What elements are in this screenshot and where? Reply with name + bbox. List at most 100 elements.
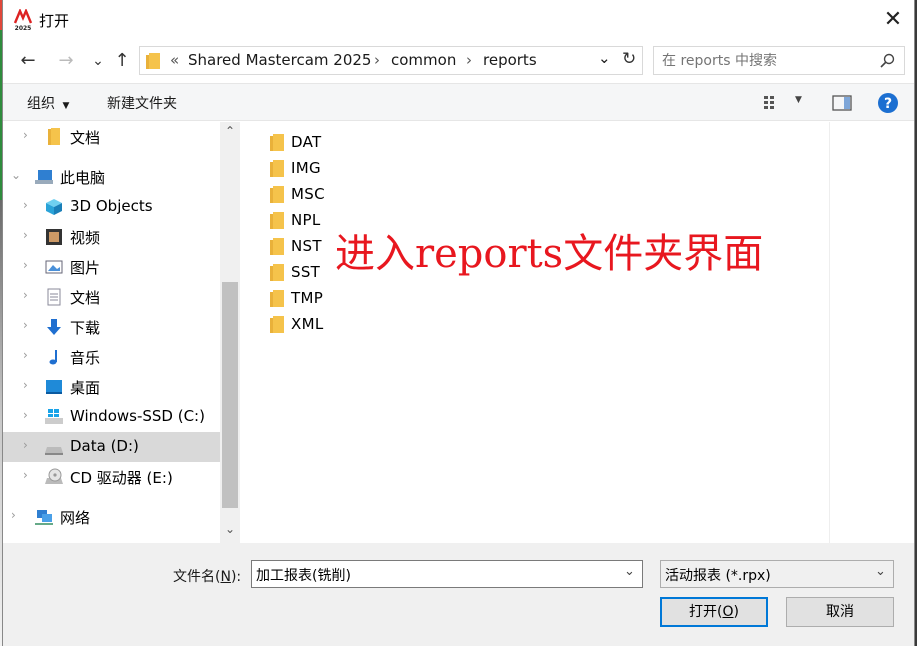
refresh-button[interactable]: ↻ xyxy=(622,49,636,69)
folder-item[interactable]: IMG xyxy=(270,157,430,181)
title-bar: 2025 打开 ✕ xyxy=(3,0,914,40)
folder-icon xyxy=(270,290,284,307)
tree-item[interactable]: › CD 驱动器 (E:) xyxy=(3,462,220,492)
chevron-right-icon[interactable]: › xyxy=(23,288,28,302)
filename-label: 文件名(N): xyxy=(173,569,242,585)
address-segment-shared-mastercam[interactable]: Shared Mastercam 2025 xyxy=(188,51,371,69)
mastercam-logo-icon: 2025 xyxy=(13,9,33,31)
scrollbar-thumb[interactable] xyxy=(222,282,238,508)
chevron-right-icon[interactable]: › xyxy=(23,128,28,142)
open-file-dialog: 2025 打开 ✕ ← → ⌄ ↑ « Shared Mastercam 202… xyxy=(2,0,915,646)
cd-drive-icon xyxy=(45,468,63,486)
tree-item[interactable]: › 音乐 xyxy=(3,342,220,372)
scroll-up-icon[interactable]: ⌃ xyxy=(225,124,235,138)
logo-text: 2025 xyxy=(15,25,32,31)
chevron-right-icon[interactable]: › xyxy=(23,408,28,422)
close-button[interactable]: ✕ xyxy=(880,7,906,33)
folder-item[interactable]: TMP xyxy=(270,287,430,311)
tree-item-label: 此电脑 xyxy=(60,169,106,187)
folder-icon xyxy=(270,186,284,203)
back-button[interactable]: ← xyxy=(15,48,41,74)
tree-item-label: 网络 xyxy=(60,509,91,527)
file-list: DAT IMG MSC NPL NST SST TMP XML xyxy=(240,122,914,543)
chevron-down-icon[interactable]: ⌄ xyxy=(624,564,635,579)
filetype-select[interactable]: 活动报表 (*.rpx) ⌄ xyxy=(660,560,894,588)
address-separator[interactable]: › xyxy=(466,51,472,69)
tree-item[interactable]: › 文档 xyxy=(3,282,220,312)
tree-item[interactable]: › 视频 xyxy=(3,222,220,252)
filename-value[interactable]: 加工报表(铣削) xyxy=(256,565,351,585)
navigation-pane: › 文档 ⌄ 此电脑 › 3D Objects › 视频 › 图片 › 文档 › 下载 › 音乐 › 桌面 › Win… xyxy=(3,122,220,543)
tree-item[interactable]: › 下载 xyxy=(3,312,220,342)
tree-item[interactable]: ⌄ 此电脑 xyxy=(3,162,220,192)
annotation-text: 进入reports文件夹界面 xyxy=(335,231,764,277)
folder-icon xyxy=(270,316,284,333)
chevron-down-icon[interactable]: ⌄ xyxy=(11,168,21,182)
tree-item-label: 视频 xyxy=(70,229,101,247)
folder-icon xyxy=(270,264,284,281)
address-separator[interactable]: › xyxy=(374,51,380,69)
address-dropdown-icon[interactable]: ⌄ xyxy=(598,49,611,67)
chevron-right-icon[interactable]: › xyxy=(11,508,16,522)
chevron-right-icon[interactable]: › xyxy=(23,348,28,362)
up-button[interactable]: ↑ xyxy=(109,48,135,74)
search-icon[interactable] xyxy=(880,53,895,68)
folder-item[interactable]: DAT xyxy=(270,131,430,155)
folder-name: SST xyxy=(291,263,321,281)
chevron-right-icon[interactable]: › xyxy=(23,228,28,242)
scroll-down-icon[interactable]: ⌄ xyxy=(225,522,235,536)
folder-item[interactable]: MSC xyxy=(270,183,430,207)
tree-item-label: CD 驱动器 (E:) xyxy=(70,469,173,487)
tree-item[interactable]: › 3D Objects xyxy=(3,192,220,222)
organize-button[interactable]: 组织 ▼ xyxy=(27,93,69,113)
recent-locations-button[interactable]: ⌄ xyxy=(85,48,111,74)
tree-item[interactable]: › 网络 xyxy=(3,502,220,532)
address-segment-reports[interactable]: reports xyxy=(483,51,537,69)
tree-item[interactable]: › 文档 xyxy=(3,122,220,152)
tree-item[interactable]: › 桌面 xyxy=(3,372,220,402)
folder-name: NST xyxy=(291,237,322,255)
help-icon[interactable]: ? xyxy=(877,92,899,114)
filename-combobox[interactable]: 加工报表(铣削) ⌄ xyxy=(251,560,643,588)
folder-icon xyxy=(270,238,284,255)
organize-label: 组织 xyxy=(27,96,55,112)
network-icon xyxy=(35,508,53,526)
folder-name: DAT xyxy=(291,133,322,151)
folder-icon xyxy=(146,53,160,69)
document-icon xyxy=(45,288,63,306)
view-options-icon[interactable] xyxy=(763,95,785,110)
tree-item[interactable]: › Data (D:) xyxy=(3,432,220,462)
chevron-right-icon[interactable]: › xyxy=(23,378,28,392)
cancel-button[interactable]: 取消 xyxy=(786,597,894,627)
view-dropdown-icon[interactable]: ▼ xyxy=(795,95,802,105)
desktop-icon xyxy=(45,378,63,396)
cube-icon xyxy=(45,198,63,216)
tree-item[interactable]: › 图片 xyxy=(3,252,220,282)
address-overflow[interactable]: « xyxy=(170,51,179,69)
address-segment-common[interactable]: common xyxy=(391,51,456,69)
tree-item-label: 下载 xyxy=(70,319,101,337)
folder-item[interactable]: XML xyxy=(270,313,430,337)
chevron-right-icon[interactable]: › xyxy=(23,318,28,332)
chevron-right-icon[interactable]: › xyxy=(23,198,28,212)
chevron-down-icon[interactable]: ⌄ xyxy=(875,564,886,579)
chevron-right-icon[interactable]: › xyxy=(23,468,28,482)
column-divider xyxy=(829,122,830,543)
new-folder-button[interactable]: 新建文件夹 xyxy=(107,93,177,113)
search-box[interactable] xyxy=(653,46,905,75)
address-bar[interactable]: « Shared Mastercam 2025 › common › repor… xyxy=(139,46,643,75)
folder-name: IMG xyxy=(291,159,321,177)
chevron-right-icon[interactable]: › xyxy=(23,438,28,452)
forward-button[interactable]: → xyxy=(53,48,79,74)
tree-item-label: 文档 xyxy=(70,129,101,147)
open-button[interactable]: 打开(O) xyxy=(660,597,768,627)
tree-item-label: Data (D:) xyxy=(70,437,139,455)
preview-pane-icon[interactable] xyxy=(832,95,852,111)
folder-name: MSC xyxy=(291,185,325,203)
chevron-right-icon[interactable]: › xyxy=(23,258,28,272)
tree-item[interactable]: › Windows-SSD (C:) xyxy=(3,402,220,432)
video-icon xyxy=(45,228,63,246)
search-input[interactable] xyxy=(662,50,872,71)
folder-name: TMP xyxy=(291,289,324,307)
windows-drive-icon xyxy=(45,408,63,426)
